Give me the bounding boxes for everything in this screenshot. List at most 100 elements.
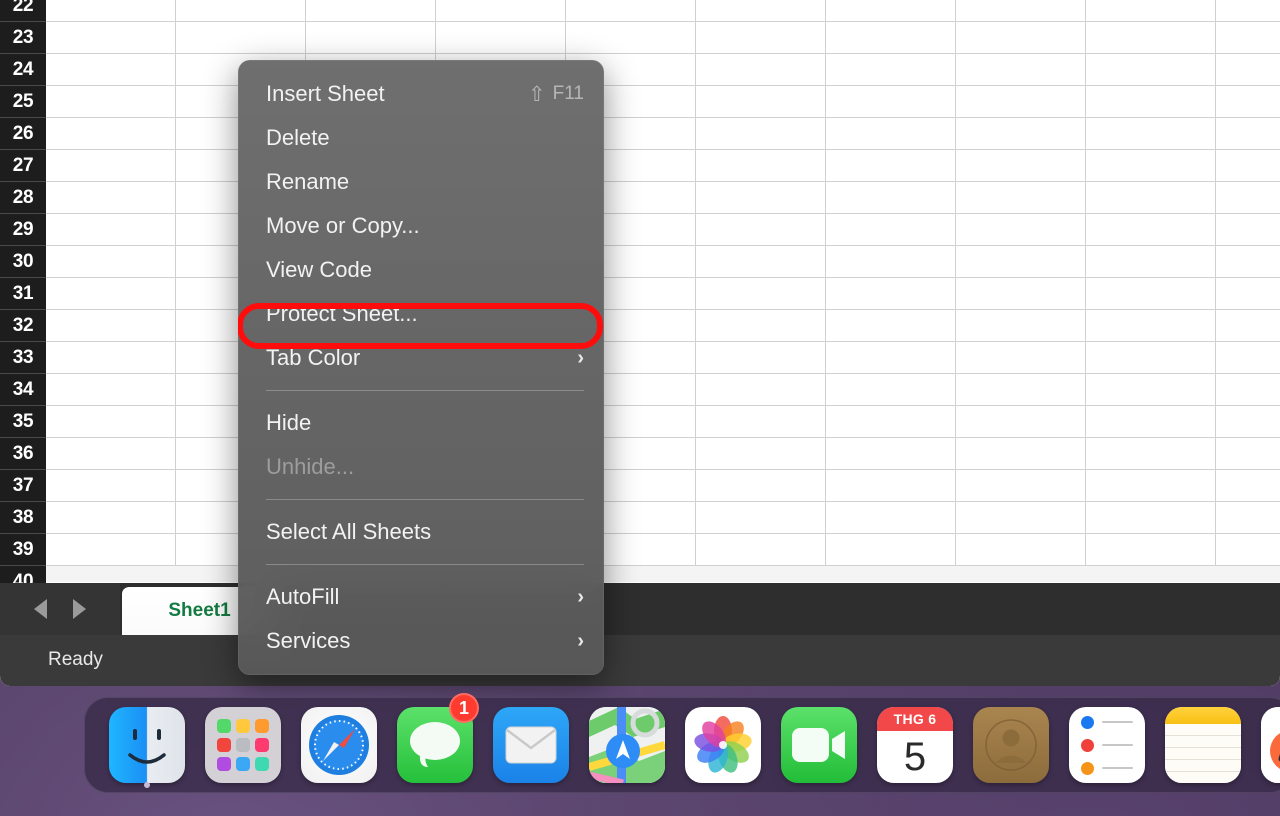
grid-row[interactable] (46, 438, 1280, 470)
menu-item-protect-sheet[interactable]: Protect Sheet... (238, 292, 604, 336)
row-header-cell[interactable]: 33 (0, 342, 46, 374)
row-header-cell[interactable]: 26 (0, 118, 46, 150)
row-header-cell[interactable]: 35 (0, 406, 46, 438)
grid-row[interactable] (46, 54, 1280, 86)
mail-icon[interactable] (493, 707, 569, 783)
photos-icon[interactable] (685, 707, 761, 783)
row-header-cell[interactable]: 27 (0, 150, 46, 182)
row-header-cell[interactable]: 32 (0, 310, 46, 342)
safari-icon[interactable] (301, 707, 377, 783)
notes-icon[interactable] (1165, 707, 1241, 783)
grid-row[interactable] (46, 374, 1280, 406)
launchpad-cell (255, 757, 269, 771)
maps-icon[interactable] (589, 707, 665, 783)
row-header-cell[interactable]: 39 (0, 534, 46, 566)
row-header-cell[interactable]: 37 (0, 470, 46, 502)
dock-item-mail[interactable] (483, 697, 579, 793)
grid-row[interactable] (46, 534, 1280, 566)
dock-item-maps[interactable] (579, 697, 675, 793)
grid-row[interactable] (46, 470, 1280, 502)
sheet-tab-bar: Sheet1 (0, 583, 1280, 635)
menu-item-insert-sheet[interactable]: Insert Sheet ⇧ F11 (238, 72, 604, 116)
row-header-cell[interactable]: 31 (0, 278, 46, 310)
grid-row[interactable] (46, 0, 1280, 22)
sheet-tab-navigation (0, 583, 120, 635)
grid-column-divider (955, 0, 956, 570)
reminder-line (1102, 744, 1133, 746)
menu-item-move-or-copy[interactable]: Move or Copy... (238, 204, 604, 248)
menu-item-view-code[interactable]: View Code (238, 248, 604, 292)
chevron-right-icon: › (577, 630, 584, 652)
row-header-cell[interactable]: 29 (0, 214, 46, 246)
grid-row[interactable] (46, 342, 1280, 374)
menu-separator (266, 564, 584, 565)
freeform-icon[interactable] (1261, 707, 1280, 783)
menu-item-label: Protect Sheet... (266, 301, 418, 326)
dock-item-reminders[interactable] (1059, 697, 1155, 793)
launchpad-cell (217, 757, 231, 771)
menu-item-autofill[interactable]: AutoFill › (238, 575, 604, 619)
grid-row[interactable] (46, 22, 1280, 54)
sheet-context-menu[interactable]: Insert Sheet ⇧ F11 Delete Rename Move or Copy… (238, 60, 604, 675)
menu-item-hide[interactable]: Hide (238, 401, 604, 445)
row-header-cell[interactable]: 23 (0, 22, 46, 54)
reminder-dot (1081, 761, 1094, 775)
grid-row[interactable] (46, 86, 1280, 118)
grid-row[interactable] (46, 182, 1280, 214)
reminder-row (1081, 715, 1133, 729)
grid-column-divider (695, 0, 696, 570)
menu-item-services[interactable]: Services › (238, 619, 604, 663)
menu-item-rename[interactable]: Rename (238, 160, 604, 204)
grid-row[interactable] (46, 150, 1280, 182)
menu-item-label: Rename (266, 169, 350, 194)
dock-item-notes[interactable] (1155, 697, 1251, 793)
row-header-cell[interactable]: 22 (0, 0, 46, 22)
row-header-cell[interactable]: 24 (0, 54, 46, 86)
dock-item-contacts[interactable] (963, 697, 1059, 793)
dock-item-calendar[interactable]: THG 6 5 (867, 697, 963, 793)
grid-row[interactable] (46, 310, 1280, 342)
grid-row[interactable] (46, 278, 1280, 310)
launchpad-cell (255, 719, 269, 733)
menu-item-select-all-sheets[interactable]: Select All Sheets (238, 510, 604, 554)
dock-item-launchpad[interactable] (195, 697, 291, 793)
dock-item-facetime[interactable] (771, 697, 867, 793)
launchpad-cell (255, 738, 269, 752)
grid-row[interactable] (46, 214, 1280, 246)
facetime-icon[interactable] (781, 707, 857, 783)
calendar-icon[interactable]: THG 6 5 (877, 707, 953, 783)
finder-icon[interactable] (109, 707, 185, 783)
grid-row[interactable] (46, 406, 1280, 438)
chevron-right-icon: › (577, 347, 584, 369)
row-header-cell[interactable]: 34 (0, 374, 46, 406)
horizontal-scrollbar-track[interactable] (46, 566, 1280, 582)
menu-item-delete[interactable]: Delete (238, 116, 604, 160)
row-header-cell[interactable]: 36 (0, 438, 46, 470)
grid-row[interactable] (46, 246, 1280, 278)
grid-row[interactable] (46, 502, 1280, 534)
row-header-cell[interactable]: 38 (0, 502, 46, 534)
triangle-left-icon[interactable] (34, 599, 47, 619)
dock-item-freeform[interactable] (1251, 697, 1280, 793)
reminders-icon[interactable] (1069, 707, 1145, 783)
triangle-right-icon[interactable] (73, 599, 86, 619)
grid-column-divider (1085, 0, 1086, 570)
dock-item-messages[interactable]: 1 (387, 693, 483, 793)
grid-row[interactable] (46, 118, 1280, 150)
row-header-column: 22 23 24 25 26 27 28 29 30 31 32 33 34 35 36 37 38 39 40 (0, 0, 46, 598)
contacts-icon[interactable] (973, 707, 1049, 783)
menu-item-tab-color[interactable]: Tab Color › (238, 336, 604, 380)
spreadsheet-grid[interactable]: 22 23 24 25 26 27 28 29 30 31 32 33 34 35 36 37 38 39 40 (0, 0, 1280, 598)
launchpad-icon[interactable] (205, 707, 281, 783)
dock-item-safari[interactable] (291, 697, 387, 793)
calendar-month-label: THG 6 (877, 707, 953, 731)
row-header-cell[interactable]: 30 (0, 246, 46, 278)
dock-item-photos[interactable] (675, 697, 771, 793)
menu-item-label: View Code (266, 257, 372, 282)
chevron-right-icon: › (577, 586, 584, 608)
dock-item-finder[interactable] (99, 697, 195, 793)
status-text: Ready (48, 649, 103, 670)
row-header-cell[interactable]: 28 (0, 182, 46, 214)
row-header-cell[interactable]: 25 (0, 86, 46, 118)
menu-item-label: Tab Color (266, 345, 361, 370)
